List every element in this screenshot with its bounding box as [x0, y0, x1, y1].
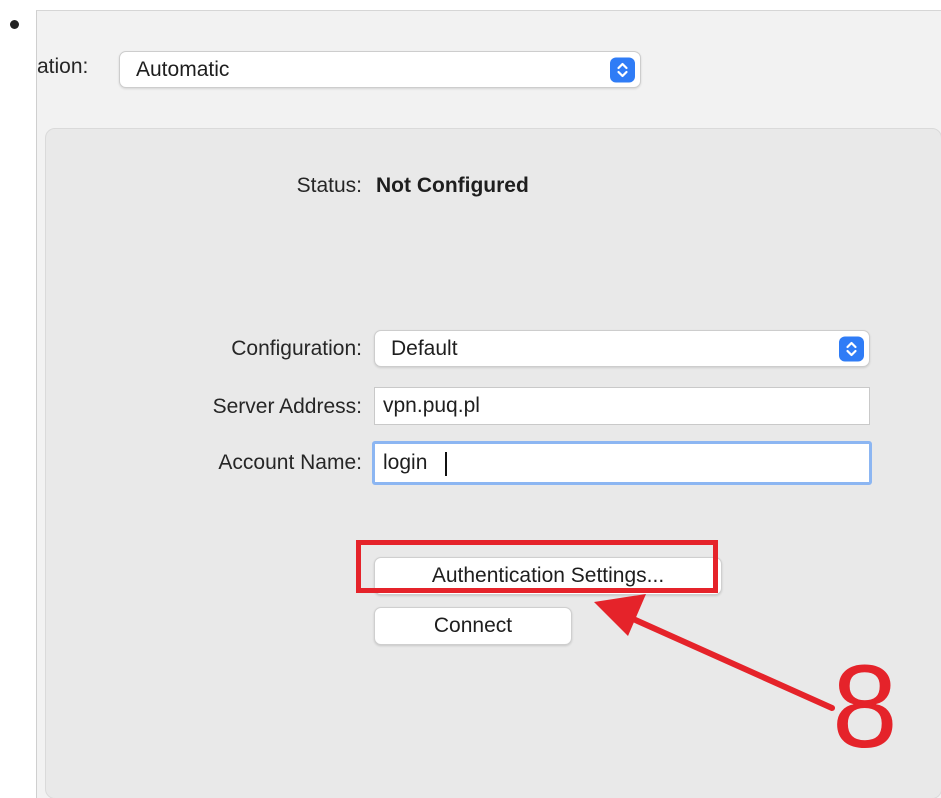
- account-name-label: Account Name:: [218, 451, 362, 474]
- configuration-value: Default: [391, 336, 458, 360]
- server-address-label: Server Address:: [212, 395, 362, 418]
- configuration-label: Configuration:: [231, 337, 362, 360]
- authentication-settings-button[interactable]: Authentication Settings...: [374, 557, 722, 595]
- location-label: ation:: [37, 55, 89, 78]
- server-address-value: vpn.puq.pl: [383, 394, 480, 417]
- status-label: Status:: [296, 174, 362, 197]
- updown-chevron-icon: [846, 341, 857, 356]
- screenshot-page: ation: Automatic Status: Not Configured …: [0, 0, 941, 798]
- configuration-popup-stepper[interactable]: [839, 336, 864, 361]
- vpn-settings-panel: Status: Not Configured Configuration: De…: [45, 128, 941, 798]
- step-number: 8: [832, 641, 898, 773]
- list-bullet: [10, 20, 19, 29]
- status-value: Not Configured: [376, 174, 529, 197]
- network-settings-window: ation: Automatic Status: Not Configured …: [36, 10, 941, 798]
- location-popup[interactable]: Automatic: [119, 51, 641, 88]
- server-address-field[interactable]: vpn.puq.pl: [374, 387, 870, 425]
- account-name-field[interactable]: login: [372, 441, 872, 485]
- location-value: Automatic: [136, 57, 230, 81]
- text-caret: [445, 452, 447, 476]
- configuration-popup[interactable]: Default: [374, 330, 870, 367]
- connect-button[interactable]: Connect: [374, 607, 572, 645]
- location-popup-stepper[interactable]: [610, 57, 635, 82]
- updown-chevron-icon: [617, 62, 628, 77]
- account-name-value: login: [383, 451, 428, 474]
